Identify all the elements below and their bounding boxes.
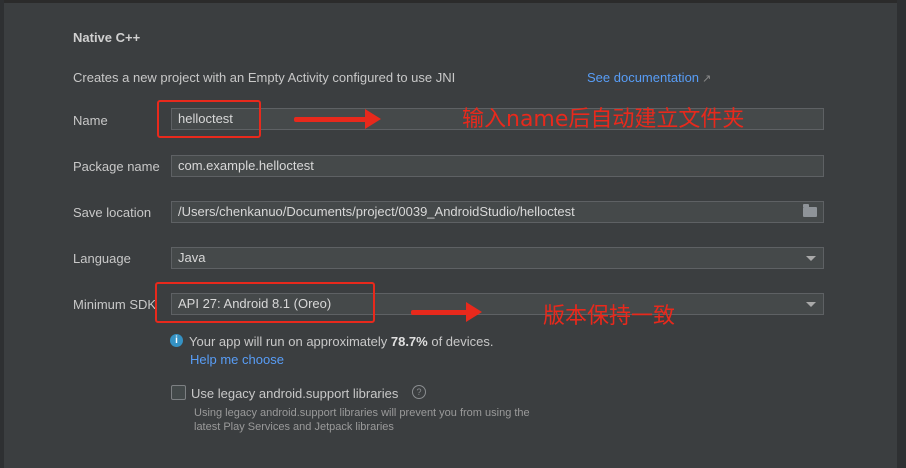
window-right-border — [897, 0, 906, 468]
question-icon[interactable]: ? — [412, 385, 426, 399]
help-me-choose-link[interactable]: Help me choose — [190, 352, 284, 367]
legacy-support-label[interactable]: Use legacy android.support libraries — [191, 386, 398, 401]
package-name-field[interactable]: com.example.helloctest — [171, 155, 824, 177]
template-description: Creates a new project with an Empty Acti… — [73, 70, 456, 85]
language-select[interactable]: Java — [171, 247, 824, 269]
save-location-value: /Users/chenkanuo/Documents/project/0039_… — [178, 204, 575, 219]
name-annotation: 输入name后自动建立文件夹 — [462, 107, 745, 132]
language-label: Language — [73, 251, 131, 266]
info-icon: i — [170, 334, 183, 347]
coverage-text-before: Your app will run on approximately — [189, 334, 391, 349]
red-arrow-icon — [294, 109, 381, 129]
folder-icon[interactable] — [803, 204, 817, 217]
window-left-border — [0, 0, 4, 468]
see-documentation-label: See documentation — [587, 70, 700, 85]
legacy-note-line1: Using legacy android.support libraries w… — [194, 407, 530, 419]
save-location-field[interactable]: /Users/chenkanuo/Documents/project/0039_… — [171, 201, 824, 223]
window-top-border — [0, 0, 906, 3]
external-link-icon: ↗ — [702, 73, 712, 85]
package-name-value: com.example.helloctest — [178, 158, 314, 173]
package-name-label: Package name — [73, 159, 160, 174]
see-documentation-link[interactable]: See documentation ↗ — [587, 70, 711, 85]
sdk-annotation: 版本保持一致 — [543, 304, 676, 329]
chevron-down-icon — [806, 302, 816, 307]
chevron-down-icon — [806, 256, 816, 261]
device-coverage-text: Your app will run on approximately 78.7%… — [189, 334, 494, 349]
name-highlight-box — [157, 100, 261, 138]
legacy-note-line2: latest Play Services and Jetpack librari… — [194, 421, 394, 433]
page-title: Native C++ — [73, 30, 141, 45]
red-arrow-icon — [411, 302, 482, 322]
language-value: Java — [178, 250, 206, 265]
sdk-highlight-box — [155, 282, 375, 323]
coverage-text-after: of devices. — [427, 334, 494, 349]
name-label: Name — [73, 113, 108, 128]
minimum-sdk-label: Minimum SDK — [73, 297, 157, 312]
save-location-label: Save location — [73, 205, 152, 220]
coverage-percent: 78.7% — [390, 334, 428, 349]
legacy-support-checkbox[interactable] — [171, 385, 186, 400]
